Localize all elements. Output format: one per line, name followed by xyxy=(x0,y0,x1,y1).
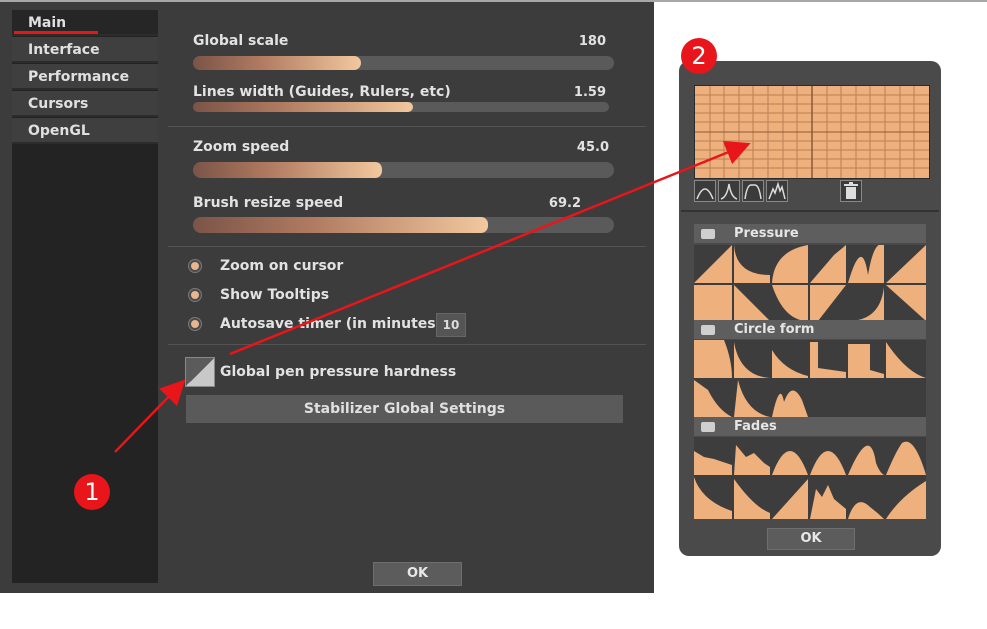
annotation-arrows xyxy=(114,140,751,453)
step-badge-1: 1 xyxy=(74,474,110,510)
arrow-to-curve-graph xyxy=(229,140,751,356)
arrow-to-pressure-swatch xyxy=(114,379,186,453)
step-badge-2: 2 xyxy=(681,38,717,74)
